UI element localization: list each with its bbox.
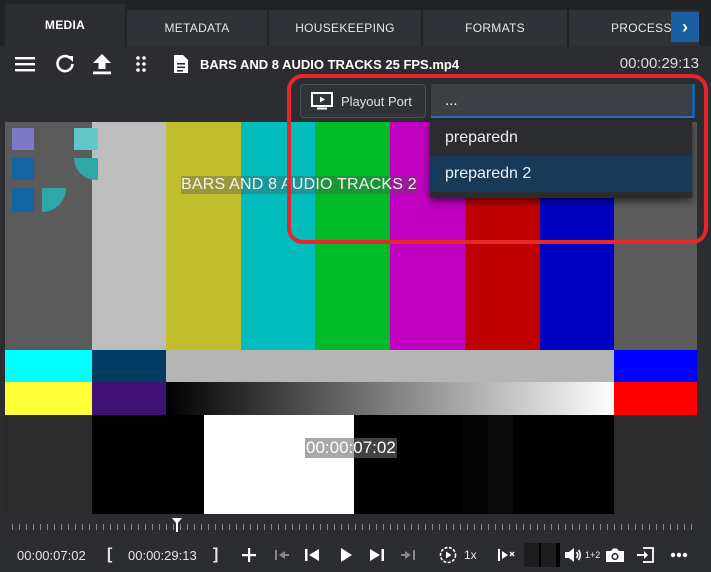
out-time: 00:00:29:13 — [128, 547, 197, 563]
color-bar — [5, 415, 92, 514]
logo-shape — [12, 158, 34, 180]
timeline-scrubber[interactable] — [12, 518, 698, 532]
current-time: 00:00:07:02 — [17, 547, 86, 563]
playhead-marker[interactable] — [172, 518, 182, 532]
menu-icon[interactable] — [13, 52, 37, 76]
tab-scroll-right-button[interactable]: › — [671, 12, 699, 42]
go-to-in-icon[interactable] — [274, 544, 290, 566]
tab-formats-label: FORMATS — [465, 21, 525, 35]
color-bar — [614, 350, 697, 382]
tab-housekeeping[interactable]: HOUSEKEEPING — [269, 10, 421, 46]
logo-shape — [12, 128, 34, 150]
file-icon — [169, 52, 193, 76]
tab-bar: MEDIA METADATA HOUSEKEEPING FORMATS PROC… — [0, 0, 711, 46]
chevron-right-icon: › — [682, 16, 688, 37]
color-bar — [92, 382, 166, 415]
playback-speed-icon[interactable] — [439, 544, 457, 566]
highlight-annotation — [287, 74, 708, 244]
tab-media-label: MEDIA — [44, 18, 86, 32]
audio-meter-channel — [524, 543, 539, 567]
step-forward-icon[interactable] — [369, 544, 385, 566]
color-bar — [5, 122, 92, 350]
color-bar — [204, 415, 354, 514]
pluge-bar — [488, 415, 513, 514]
tab-metadata-label: METADATA — [164, 21, 230, 35]
color-bar — [166, 350, 614, 382]
audio-mute-icon[interactable] — [497, 544, 515, 566]
duration-timecode: 00:00:29:13 — [619, 55, 699, 72]
color-bar — [5, 382, 92, 415]
volume-icon[interactable] — [564, 544, 582, 566]
logo-shape — [12, 188, 34, 212]
refresh-icon[interactable] — [53, 52, 77, 76]
color-bar — [614, 415, 697, 514]
color-bar — [92, 350, 166, 382]
tab-formats[interactable]: FORMATS — [423, 10, 567, 46]
video-overlay-timecode: 00:00:07:02 — [305, 438, 397, 458]
color-bar — [5, 350, 92, 382]
more-options-icon[interactable] — [670, 544, 688, 566]
drag-handle-icon[interactable] — [129, 52, 153, 76]
audio-meter — [524, 543, 560, 567]
gray-ramp — [166, 382, 614, 415]
tab-metadata[interactable]: METADATA — [127, 10, 267, 46]
logo-shape — [74, 128, 98, 150]
tab-media[interactable]: MEDIA — [5, 4, 125, 46]
export-icon[interactable] — [636, 544, 654, 566]
audio-channels-label: 1+2 — [585, 550, 601, 560]
audio-meter-channel — [541, 543, 556, 567]
play-icon[interactable] — [339, 544, 353, 566]
mark-in-button[interactable]: [ — [107, 544, 112, 566]
plus-icon[interactable] — [241, 544, 257, 566]
timeline-ruler — [12, 524, 698, 530]
pluge-bar — [463, 415, 488, 514]
mark-out-button[interactable]: ] — [213, 544, 218, 566]
step-back-icon[interactable] — [304, 544, 320, 566]
tab-housekeeping-label: HOUSEKEEPING — [295, 21, 395, 35]
playback-speed-value: 1x — [464, 548, 477, 562]
color-bar — [92, 122, 166, 350]
upload-icon[interactable] — [90, 52, 114, 76]
camera-icon[interactable] — [605, 544, 625, 566]
color-bar — [92, 415, 204, 514]
color-bar — [166, 122, 241, 350]
color-bar — [614, 382, 697, 415]
player-controls: 00:00:07:02 [ 00:00:29:13 ] 1x 1+2 — [0, 540, 711, 572]
file-name: BARS AND 8 AUDIO TRACKS 25 FPS.mp4 — [200, 57, 460, 72]
go-to-out-icon[interactable] — [400, 544, 416, 566]
